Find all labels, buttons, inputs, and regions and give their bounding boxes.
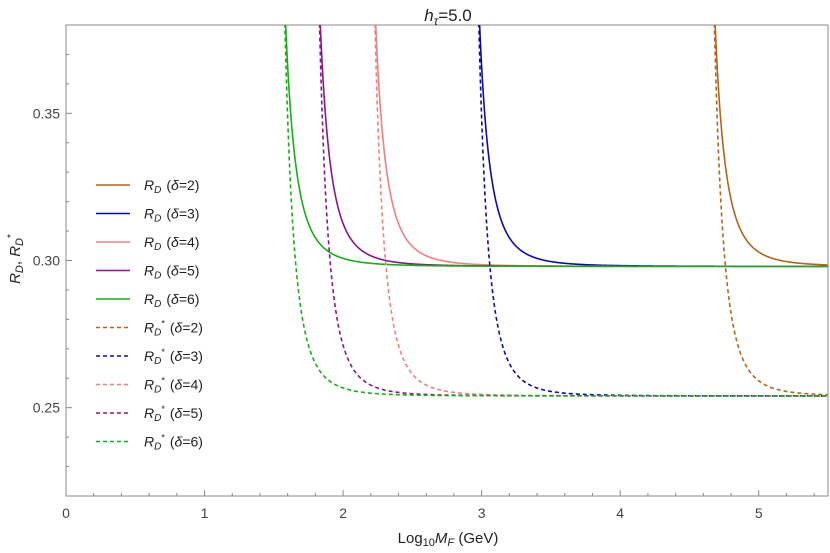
ylabel-b: R <box>7 246 24 257</box>
ylabel-asub: D <box>14 265 26 273</box>
legend-label-sup: * <box>161 404 165 414</box>
legend-label-main: R <box>144 348 154 364</box>
legend-label-main: R <box>144 234 154 250</box>
legend-label-sub: D <box>154 214 161 225</box>
legend-label-main: R <box>144 291 154 307</box>
legend-label-sub: D <box>154 442 161 453</box>
ylabel-bsub: D <box>14 238 26 246</box>
legend-label-value: =5) <box>182 405 203 421</box>
legend-label-sup: * <box>161 433 165 443</box>
xlabel-var: M <box>435 530 448 547</box>
legend-label-sub: D <box>154 356 161 367</box>
legend-label-main: R <box>144 405 154 421</box>
xlabel-pre: Log <box>398 530 423 547</box>
xlabel-sub10: 10 <box>423 537 435 549</box>
chart: 012345 0.250.300.35 hτ=5.0 Log10MF (GeV)… <box>0 0 830 553</box>
title-base: h <box>424 6 433 25</box>
legend-label-sub: D <box>154 413 161 424</box>
legend-label-value: =2) <box>182 320 203 336</box>
legend-label-sup: * <box>161 376 165 386</box>
legend-label-value: =3) <box>179 206 200 222</box>
legend-label-value: =5) <box>179 263 200 279</box>
legend-label-sup: * <box>161 347 165 357</box>
legend-label-sup: * <box>161 319 165 329</box>
legend-label-sub: D <box>154 242 161 253</box>
y-tick-label: 0.30 <box>33 253 60 269</box>
ylabel-a: R <box>7 273 24 284</box>
ylabel-bsup: * <box>6 234 17 238</box>
legend-label-sub: D <box>154 299 161 310</box>
legend-label-sub: D <box>154 185 161 196</box>
legend-label-sub: D <box>154 328 161 339</box>
legend-label-main: R <box>144 320 154 336</box>
x-tick-label: 4 <box>616 505 624 521</box>
legend-label-sub: D <box>154 385 161 396</box>
legend-label-main: R <box>144 263 154 279</box>
legend-label-value: =4) <box>179 234 200 250</box>
x-tick-label: 3 <box>478 505 486 521</box>
x-tick-label: 2 <box>339 505 347 521</box>
x-tick-label: 5 <box>755 505 763 521</box>
legend-label-value: =3) <box>182 348 203 364</box>
legend-label-value: =2) <box>179 177 200 193</box>
legend-label-main: R <box>144 434 154 450</box>
legend-label-value: =6) <box>179 291 200 307</box>
x-tick-label: 0 <box>62 505 70 521</box>
ylabel-sep: , <box>7 257 24 265</box>
xlabel-post: (GeV) <box>454 530 498 547</box>
y-tick-label: 0.25 <box>33 400 60 416</box>
legend-label-main: R <box>144 206 154 222</box>
title-rest: =5.0 <box>438 6 472 25</box>
legend-label-value: =4) <box>182 377 203 393</box>
x-tick-label: 1 <box>201 505 209 521</box>
legend-label-main: R <box>144 177 154 193</box>
legend-label-main: R <box>144 377 154 393</box>
legend-label-value: =6) <box>182 434 203 450</box>
legend-label-sub: D <box>154 271 161 282</box>
chart-title: hτ=5.0 <box>424 6 472 28</box>
y-tick-label: 0.35 <box>33 105 60 121</box>
